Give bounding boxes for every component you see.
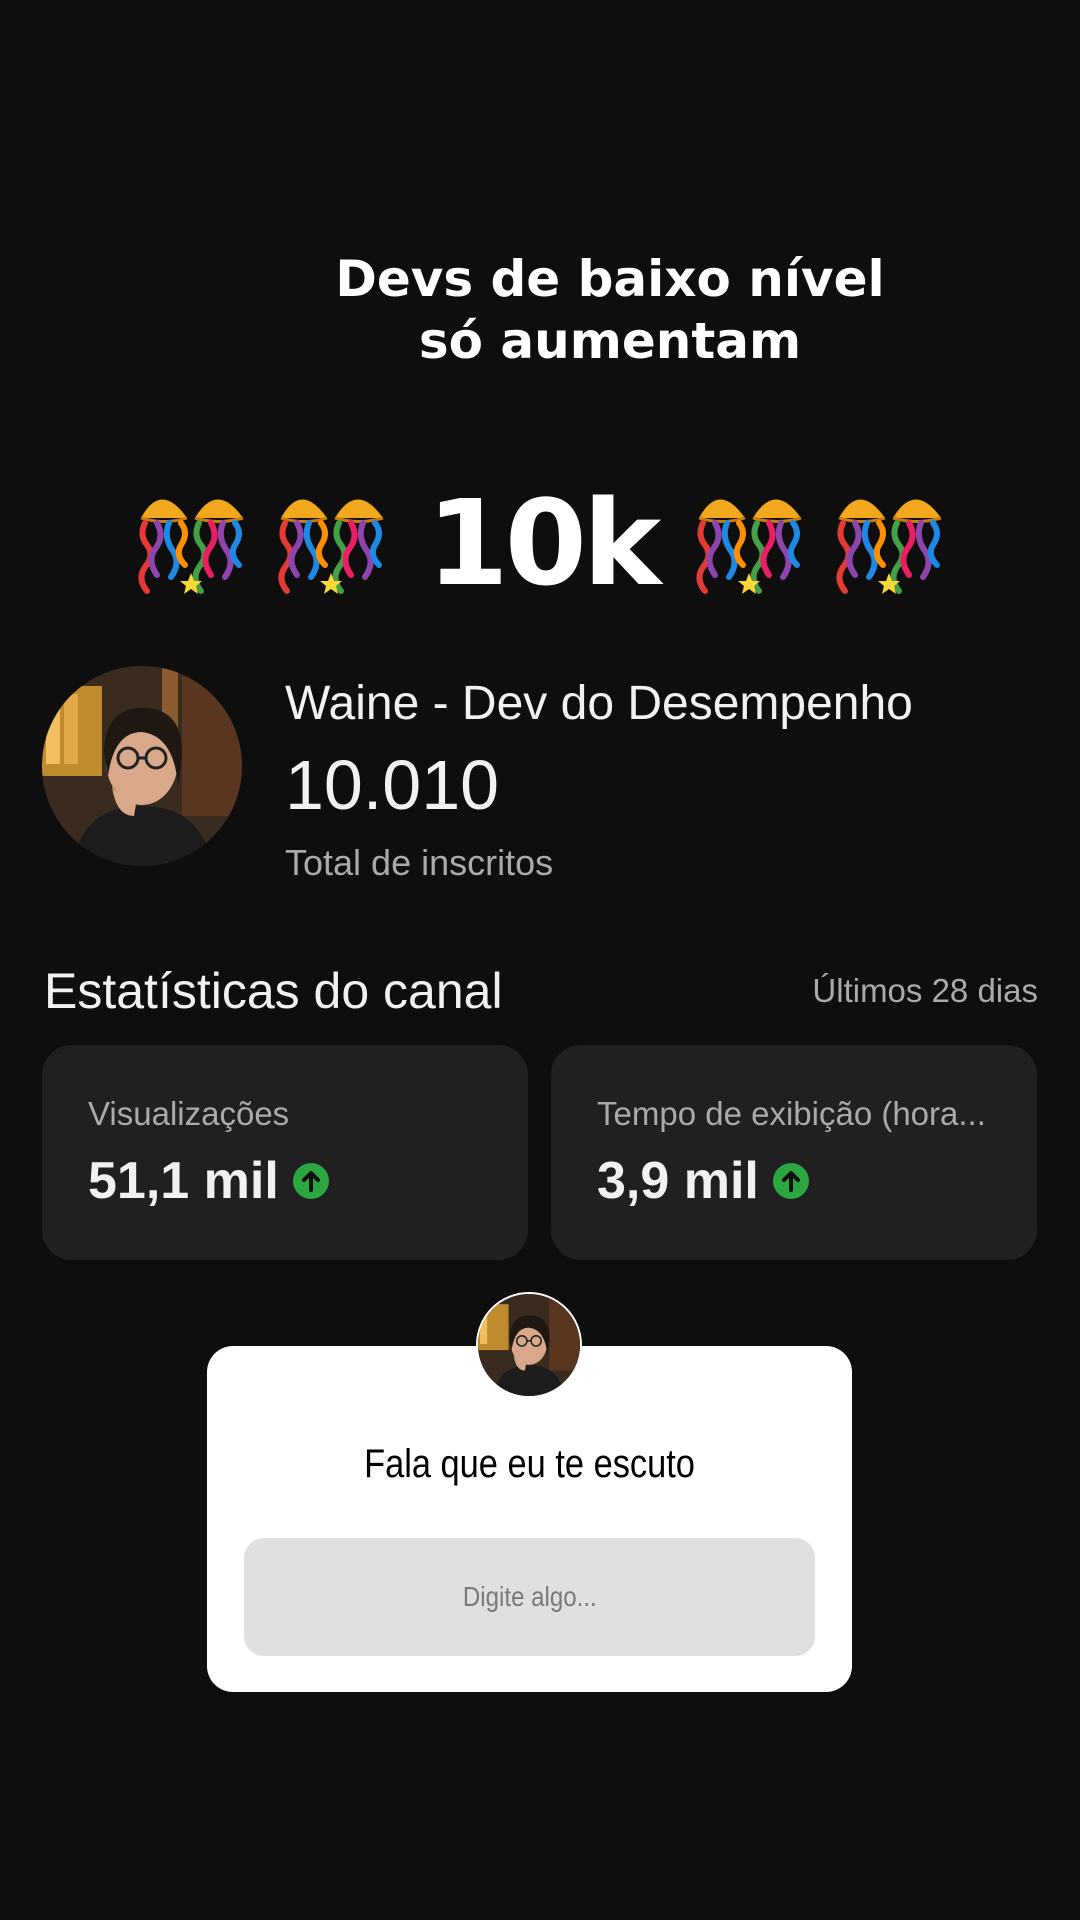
stats-period: Últimos 28 dias [812, 972, 1038, 1009]
question-answer-input[interactable]: Digite algo... [244, 1538, 815, 1656]
stat-card-views[interactable]: Visualizações 51,1 mil [42, 1045, 528, 1260]
stat-value: 3,9 mil [597, 1152, 759, 1210]
avatar-photo [478, 1294, 580, 1396]
subscriber-count: 10.010 [285, 746, 500, 824]
stat-label: Visualizações [88, 1095, 290, 1132]
confetti-jellyfish-icon [836, 499, 942, 594]
confetti-jellyfish-icon [696, 499, 802, 594]
confetti-jellyfish-icon [278, 499, 384, 594]
emoji-group-left [121, 473, 401, 613]
question-input-placeholder: Digite algo... [462, 1581, 597, 1612]
milestone-banner: 10k [0, 468, 1080, 618]
milestone-text: 10k [426, 474, 662, 612]
channel-avatar[interactable] [42, 666, 242, 866]
story-caption: Devs de baixo nível só aumentam [335, 250, 885, 370]
stats-title: Estatísticas do canal [44, 963, 503, 1019]
trend-up-icon [772, 1163, 809, 1199]
trend-up-icon [292, 1163, 329, 1199]
confetti-jellyfish-icon [138, 499, 244, 594]
question-prompt: Fala que eu te escuto [364, 1442, 695, 1486]
emoji-group-right [679, 473, 959, 613]
avatar-photo [42, 666, 242, 866]
channel-name: Waine - Dev do Desempenho [285, 677, 913, 730]
stat-label: Tempo de exibição (hora... [597, 1095, 986, 1132]
stat-value: 51,1 mil [88, 1152, 279, 1210]
stat-value-row: 51,1 mil [88, 1155, 528, 1207]
stat-value-row: 3,9 mil [597, 1155, 1037, 1207]
question-sticker-avatar [476, 1292, 582, 1398]
stat-card-watch-time[interactable]: Tempo de exibição (hora... 3,9 mil [551, 1045, 1037, 1260]
subscriber-label: Total de inscritos [285, 842, 554, 883]
